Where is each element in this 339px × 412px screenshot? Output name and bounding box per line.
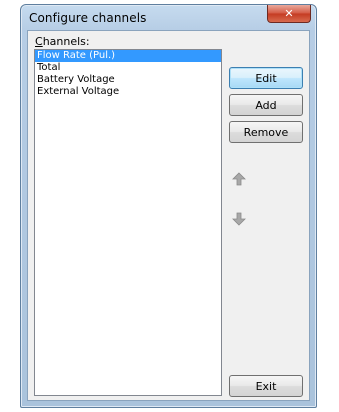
channels-label: Channels: xyxy=(35,35,90,48)
list-item[interactable]: Flow Rate (Pul.) xyxy=(35,50,221,62)
add-button[interactable]: Add xyxy=(229,94,303,116)
exit-button[interactable]: Exit xyxy=(229,375,303,397)
close-icon: ✕ xyxy=(284,7,294,20)
arrow-down-icon xyxy=(232,212,246,226)
configure-channels-dialog: Configure channels ✕ Channels: Flow Rate… xyxy=(20,4,317,408)
window-title: Configure channels xyxy=(29,11,147,25)
list-item[interactable]: Total xyxy=(35,62,221,74)
list-item[interactable]: Battery Voltage xyxy=(35,74,221,86)
arrow-up-icon xyxy=(232,172,246,186)
move-up-button[interactable] xyxy=(229,169,249,189)
remove-button[interactable]: Remove xyxy=(229,121,303,143)
list-item[interactable]: External Voltage xyxy=(35,86,221,98)
edit-button[interactable]: Edit xyxy=(229,67,303,89)
dialog-client-area: Channels: Flow Rate (Pul.) Total Battery… xyxy=(27,30,310,401)
close-button[interactable]: ✕ xyxy=(267,5,311,23)
channels-label-text: hannels: xyxy=(42,35,90,48)
channels-label-accelerator: C xyxy=(35,35,43,48)
move-down-button[interactable] xyxy=(229,209,249,229)
channels-listbox[interactable]: Flow Rate (Pul.) Total Battery Voltage E… xyxy=(34,49,222,396)
